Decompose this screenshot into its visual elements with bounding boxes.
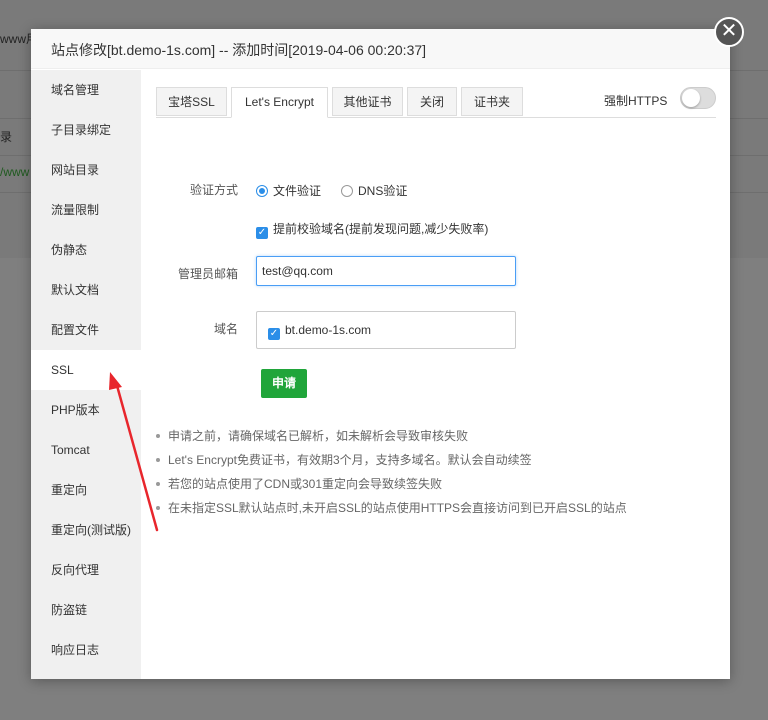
note-item: 在未指定SSL默认站点时,未开启SSL的站点使用HTTPS会直接访问到已开启SS… bbox=[156, 499, 627, 523]
verify-method-label: 验证方式 bbox=[189, 183, 238, 197]
sidebar-item[interactable]: 配置文件 bbox=[31, 310, 141, 350]
dialog-title: 站点修改[bt.demo-1s.com] -- 添加时间[2019-04-06 … bbox=[31, 29, 730, 69]
sidebar-item[interactable]: 默认文档 bbox=[31, 270, 141, 310]
sidebar-item[interactable]: Tomcat bbox=[31, 430, 141, 470]
radio-unchecked-icon bbox=[341, 185, 353, 197]
radio-checked-icon bbox=[256, 185, 268, 197]
domain-name: bt.demo-1s.com bbox=[285, 323, 372, 337]
admin-email-input[interactable] bbox=[256, 256, 516, 286]
toggle-knob bbox=[682, 89, 700, 107]
sidebar-item[interactable]: 响应日志 bbox=[31, 630, 141, 670]
file-verify-label: 文件验证 bbox=[273, 184, 322, 198]
sidebar-item[interactable]: 网站目录 bbox=[31, 150, 141, 190]
sidebar-item[interactable]: 重定向(测试版) bbox=[31, 510, 141, 550]
sidebar-item[interactable]: PHP版本 bbox=[31, 390, 141, 430]
force-https-toggle[interactable] bbox=[680, 87, 716, 109]
tab[interactable]: 宝塔SSL bbox=[156, 87, 227, 116]
sidebar-item[interactable]: 反向代理 bbox=[31, 550, 141, 590]
precheck-domain-checkbox[interactable]: ✓ 提前校验域名(提前发现问题,减少失败率) bbox=[256, 220, 488, 239]
checkbox-checked-icon: ✓ bbox=[268, 328, 280, 340]
domain-list: ✓ bt.demo-1s.com bbox=[256, 311, 516, 349]
tab[interactable]: 证书夹 bbox=[461, 87, 523, 116]
tab[interactable]: 其他证书 bbox=[332, 87, 403, 116]
ssl-notes: 申请之前，请确保域名已解析，如未解析会导致审核失败 Let's Encrypt免费… bbox=[156, 427, 627, 523]
force-https-label: 强制HTTPS bbox=[604, 94, 668, 108]
sidebar-item[interactable]: 伪静态 bbox=[31, 230, 141, 270]
apply-button[interactable]: 申请 bbox=[261, 369, 307, 398]
ssl-panel: 宝塔SSL Let's Encrypt 其他证书 关闭 证书夹 强制HTTPS 验证方式… bbox=[141, 70, 730, 679]
checkbox-checked-icon: ✓ bbox=[256, 227, 268, 239]
settings-sidebar: 域名管理 子目录绑定 网站目录 流量限制 伪静态 默认文档 配置文件 SSL PHP版本 Tomc… bbox=[31, 70, 141, 679]
note-item: 若您的站点使用了CDN或301重定向会导致续签失败 bbox=[156, 475, 627, 499]
dns-verify-radio[interactable]: DNS验证 bbox=[341, 182, 407, 200]
sidebar-item[interactable]: 域名管理 bbox=[31, 70, 141, 110]
note-item: 申请之前，请确保域名已解析，如未解析会导致审核失败 bbox=[156, 427, 627, 451]
domain-checkbox[interactable]: ✓ bt.demo-1s.com bbox=[268, 323, 371, 340]
site-edit-dialog: 站点修改[bt.demo-1s.com] -- 添加时间[2019-04-06 … bbox=[31, 29, 730, 679]
tab[interactable]: 关闭 bbox=[407, 87, 457, 116]
close-icon[interactable]: ✕ bbox=[714, 17, 744, 47]
sidebar-item[interactable]: SSL bbox=[31, 350, 141, 390]
sidebar-item[interactable]: 流量限制 bbox=[31, 190, 141, 230]
file-verify-radio[interactable]: 文件验证 bbox=[256, 182, 321, 200]
dns-verify-label: DNS验证 bbox=[358, 184, 408, 198]
note-item: Let's Encrypt免费证书，有效期3个月，支持多域名。默认会自动续签 bbox=[156, 451, 627, 475]
tab[interactable]: Let's Encrypt bbox=[231, 87, 328, 118]
precheck-label: 提前校验域名(提前发现问题,减少失败率) bbox=[273, 222, 489, 236]
sidebar-item[interactable]: 子目录绑定 bbox=[31, 110, 141, 150]
domain-label: 域名 bbox=[213, 322, 238, 336]
admin-email-label: 管理员邮箱 bbox=[177, 267, 238, 281]
sidebar-item[interactable]: 重定向 bbox=[31, 470, 141, 510]
sidebar-item[interactable]: 防盗链 bbox=[31, 590, 141, 630]
